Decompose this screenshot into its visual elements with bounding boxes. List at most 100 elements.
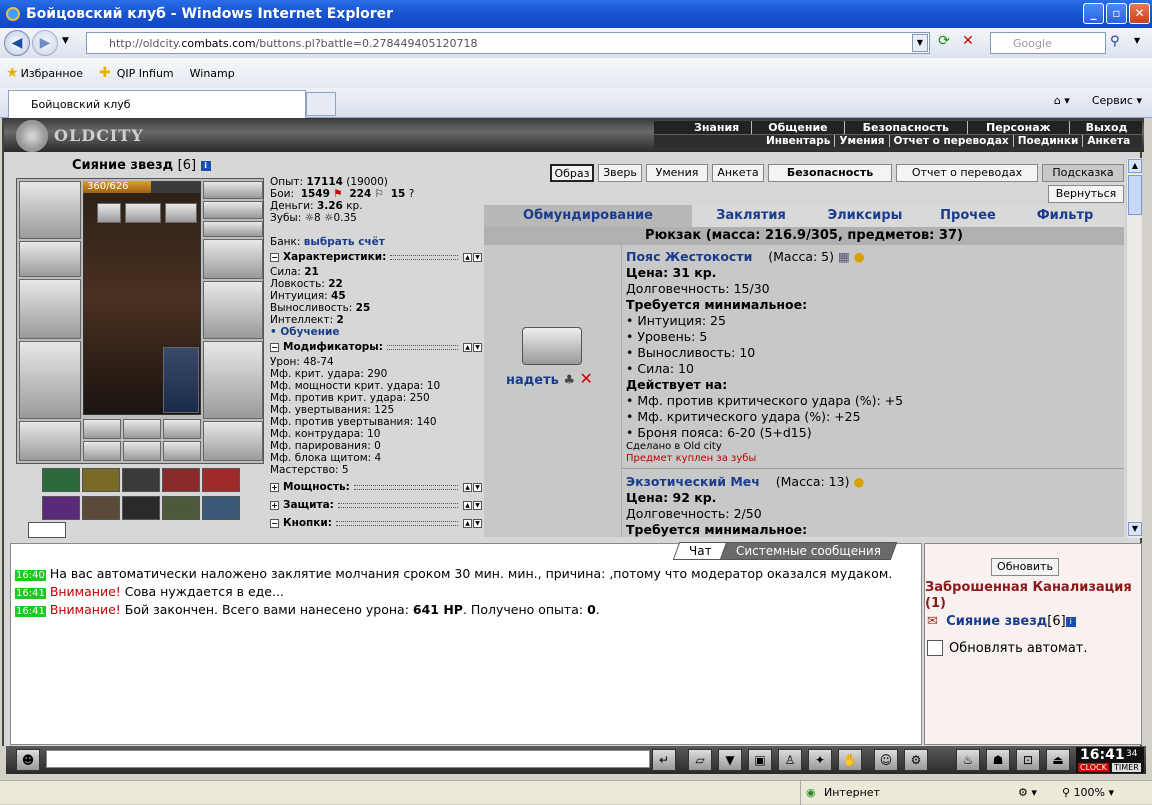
refresh-button[interactable]: Обновить: [991, 558, 1059, 576]
power-header[interactable]: + Мощность: ▲ ▼: [270, 481, 482, 493]
address-input[interactable]: http://oldcity.combats.com/buttons.pl?ba…: [86, 32, 930, 54]
scroll-thumb[interactable]: [1128, 175, 1142, 215]
fav-item-winamp[interactable]: Winamp: [190, 67, 235, 80]
stop-icon[interactable]: ✕: [958, 33, 978, 53]
nav-inventory[interactable]: Инвентарь: [762, 135, 836, 147]
tab-filter[interactable]: Фильтр: [1016, 205, 1114, 227]
amulet-slot[interactable]: [203, 181, 263, 199]
smile-face-icon[interactable]: ☻: [16, 749, 40, 771]
tab-equipment[interactable]: Обмундирование: [484, 205, 692, 227]
btn-image[interactable]: Образ: [550, 164, 594, 182]
potion-slot-3[interactable]: [165, 203, 197, 223]
eraser-icon[interactable]: ▱: [688, 749, 712, 771]
training-link[interactable]: • Обучение: [270, 326, 482, 338]
boots-slot[interactable]: [203, 421, 263, 461]
btn-hint[interactable]: Подсказка: [1042, 164, 1124, 182]
maximize-button[interactable]: ▫: [1106, 3, 1127, 24]
btn-pet[interactable]: Зверь: [598, 164, 642, 182]
gem-5[interactable]: [202, 468, 240, 492]
nav-skills[interactable]: Умения: [835, 135, 890, 147]
search-input[interactable]: Google: [990, 32, 1106, 54]
gem-9[interactable]: [162, 496, 200, 520]
gem-1[interactable]: [42, 468, 80, 492]
scroll-icon[interactable]: [28, 522, 66, 538]
characteristics-header[interactable]: − Характеристики: ▲ ▼: [270, 251, 482, 263]
bottle-icon[interactable]: ♨: [956, 749, 980, 771]
btn-profile[interactable]: Анкета: [712, 164, 764, 182]
search-icon[interactable]: ⚲: [1110, 34, 1120, 49]
rune-slot-5[interactable]: [123, 441, 161, 461]
tab-system-messages[interactable]: Системные сообщения: [719, 542, 897, 560]
item-name[interactable]: Экзотический Меч: [626, 474, 760, 489]
nav-knowledge[interactable]: Знания: [682, 121, 753, 134]
new-tab-button[interactable]: [306, 92, 336, 116]
private-msg-icon[interactable]: ✉: [927, 614, 938, 629]
gem-6[interactable]: [42, 496, 80, 520]
earring-slot[interactable]: [203, 201, 263, 219]
chat-input[interactable]: [46, 750, 650, 768]
weapon-slot[interactable]: [19, 279, 81, 339]
minimize-button[interactable]: _: [1083, 3, 1104, 24]
pet-slot[interactable]: [163, 347, 199, 413]
gem-3[interactable]: [122, 468, 160, 492]
potion-slot-2[interactable]: [125, 203, 161, 223]
back-button[interactable]: ◀: [4, 30, 30, 56]
info-icon[interactable]: i: [200, 160, 211, 171]
rune-slot-3[interactable]: [163, 419, 201, 439]
main-scrollbar[interactable]: ▲ ▼: [1126, 158, 1142, 538]
armor-slot[interactable]: [19, 341, 81, 419]
exit-icon[interactable]: ⏏: [1046, 749, 1070, 771]
nav-character[interactable]: Персонаж: [968, 121, 1070, 134]
helmet-slot[interactable]: [19, 181, 81, 239]
nav-fights[interactable]: Поединки: [1014, 135, 1084, 147]
delete-icon[interactable]: ✕: [580, 369, 593, 388]
btn-return[interactable]: Вернуться: [1048, 185, 1124, 203]
btn-security[interactable]: Безопасность: [768, 164, 892, 182]
send-icon[interactable]: ↵: [652, 749, 676, 771]
gem-10[interactable]: [202, 496, 240, 520]
item-name[interactable]: Пояс Жестокости: [626, 249, 752, 264]
nav-exit[interactable]: Выход: [1070, 121, 1144, 134]
weapon-icon[interactable]: ✦: [808, 749, 832, 771]
tools-menu[interactable]: ⌂ ▾ Сервис ▾: [1054, 94, 1142, 107]
add-favorite-icon[interactable]: ✚: [99, 65, 111, 81]
pants-slot[interactable]: [203, 341, 263, 419]
url-dropdown-icon[interactable]: ▼: [912, 34, 928, 52]
gloves-slot[interactable]: [203, 239, 263, 279]
fav-item-qip[interactable]: QIP Infium: [117, 67, 174, 80]
protected-mode-icon[interactable]: ⚙ ▾: [1018, 786, 1037, 799]
belt-slot[interactable]: [19, 421, 81, 461]
rune-slot-2[interactable]: [123, 419, 161, 439]
equip-link[interactable]: надеть ♣ ✕: [506, 369, 593, 388]
hand-icon[interactable]: ♣: [563, 373, 575, 388]
history-dropdown-icon[interactable]: ▼: [62, 36, 69, 46]
info-icon[interactable]: i: [1065, 616, 1076, 627]
refresh-icon[interactable]: ⟳: [934, 33, 954, 53]
modifiers-header[interactable]: − Модификаторы: ▲ ▼: [270, 341, 482, 353]
gem-8[interactable]: [122, 496, 160, 520]
rune-slot-4[interactable]: [83, 441, 121, 461]
rune-slot-1[interactable]: [83, 419, 121, 439]
lock-icon[interactable]: ⊡: [1016, 749, 1040, 771]
tab-other[interactable]: Прочее: [920, 205, 1016, 227]
shield-slot[interactable]: [203, 281, 263, 339]
browser-tab-active[interactable]: Бойцовский клуб: [8, 90, 306, 118]
search-options-icon[interactable]: ▼: [1134, 36, 1140, 45]
gem-7[interactable]: [82, 496, 120, 520]
rune-slot-6[interactable]: [163, 441, 201, 461]
btn-transfers[interactable]: Отчет о переводах: [896, 164, 1038, 182]
hands-icon[interactable]: ✋: [838, 749, 862, 771]
nav-communication[interactable]: Общение: [752, 121, 845, 134]
scroll-down-icon[interactable]: ▼: [1128, 522, 1142, 536]
forward-button[interactable]: ▶: [32, 30, 58, 56]
scroll-up-icon[interactable]: ▲: [1128, 159, 1142, 173]
nav-transfers[interactable]: Отчет о переводах: [890, 135, 1014, 147]
nav-security[interactable]: Безопасность: [845, 121, 968, 134]
tab-elixirs[interactable]: Эликсиры: [810, 205, 920, 227]
favorites-button[interactable]: Избранное: [21, 67, 83, 80]
zoom-control[interactable]: ⚲ 100% ▾: [1062, 786, 1114, 799]
bank-link[interactable]: выбрать счёт: [304, 236, 385, 248]
settings-icon[interactable]: ⚙: [904, 749, 928, 771]
people-icon[interactable]: ☗: [986, 749, 1010, 771]
gem-4[interactable]: [162, 468, 200, 492]
